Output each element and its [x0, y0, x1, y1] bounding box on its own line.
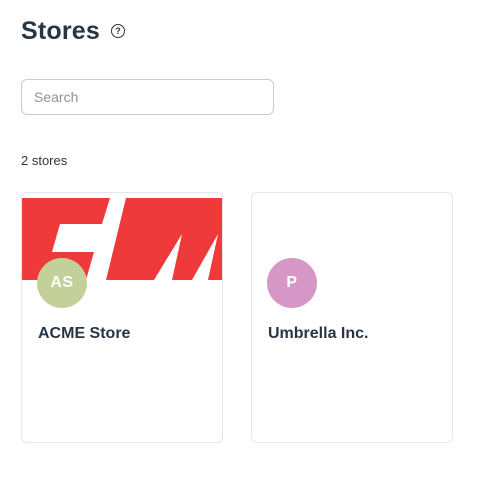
- store-card-acme[interactable]: AS ACME Store: [21, 192, 223, 443]
- help-icon[interactable]: ?: [111, 24, 126, 38]
- store-avatar: P: [267, 258, 317, 308]
- search-input[interactable]: [21, 79, 274, 115]
- store-name: ACME Store: [38, 325, 131, 342]
- store-name: Umbrella Inc.: [268, 325, 369, 342]
- page-header: Stores ?: [21, 14, 126, 48]
- store-avatar: AS: [37, 258, 87, 308]
- page-title: Stores: [21, 16, 101, 45]
- store-count: 2 stores: [21, 153, 68, 168]
- stores-page: Stores ? 2 stores AS ACME Store P U: [0, 0, 503, 477]
- store-card-umbrella[interactable]: P Umbrella Inc.: [251, 192, 453, 443]
